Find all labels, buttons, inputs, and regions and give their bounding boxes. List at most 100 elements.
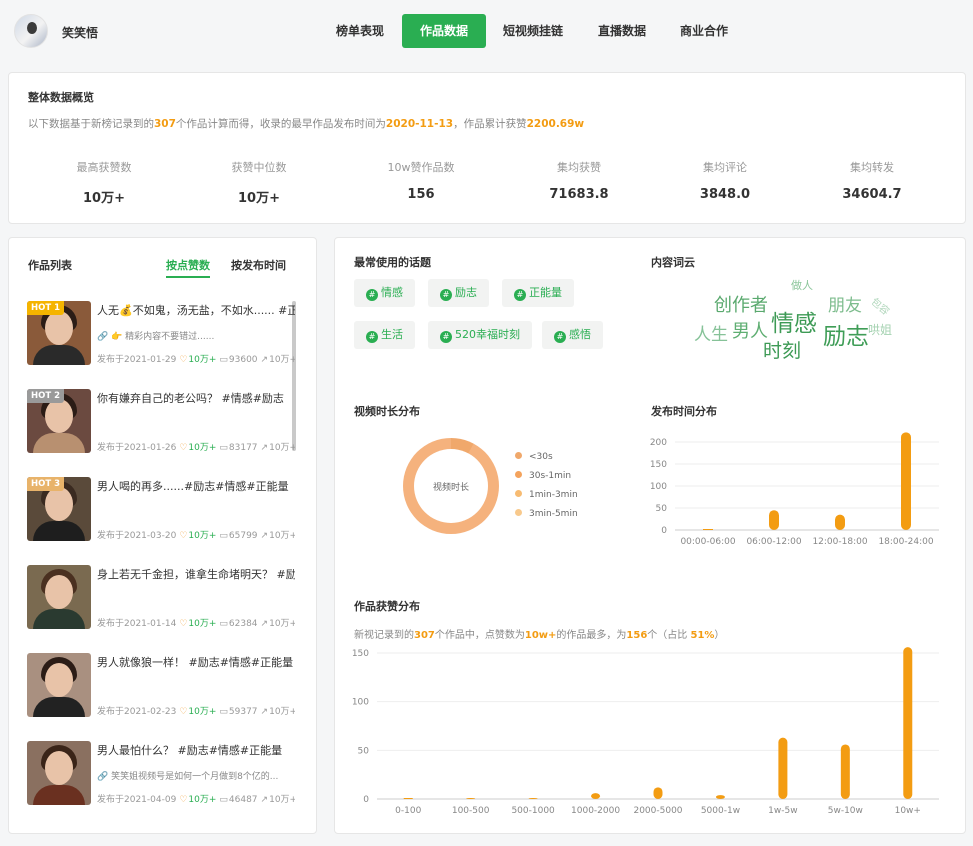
bar	[778, 737, 788, 799]
y-tick-label: 100	[650, 482, 667, 492]
work-thumbnail[interactable]	[27, 741, 91, 805]
topic-tag[interactable]: # 情感	[354, 279, 415, 307]
work-title[interactable]: 你有嫌弃自己的老公吗？ #情感#励志	[97, 390, 295, 406]
comment-icon: ▭	[219, 443, 228, 453]
overview-desc: 以下数据基于新榜记录到的307个作品计算而得，收录的最早作品发布时间为2020-…	[28, 118, 585, 130]
work-item[interactable]: 男人最怕什么？ #励志#情感#正能量 🔗 笑笑姐视频号是如何一个月做到8个亿的.…	[27, 741, 295, 807]
donut-center-label: 视频时长	[432, 483, 469, 493]
work-meta: 发布于2021-01-29 ♡10万+ ▭93600 ↗10万+	[97, 355, 295, 365]
share-icon: ↗	[260, 443, 269, 453]
wordcloud-word: 做人	[791, 279, 813, 292]
topic-tag[interactable]: # 感悟	[542, 321, 603, 349]
comment-icon: ▭	[219, 795, 228, 805]
x-tick-label: 18:00-24:00	[878, 537, 933, 547]
work-item[interactable]: HOT 3 男人喝的再多......#励志#情感#正能量 发布于2021-03-…	[27, 477, 295, 543]
work-link[interactable]: 🔗 👉 精彩内容不要错过......	[97, 329, 295, 342]
bar	[528, 798, 538, 799]
share-icon: ↗	[260, 531, 269, 541]
work-title[interactable]: 男人就像狼一样！ #励志#情感#正能量	[97, 654, 295, 670]
work-title[interactable]: 男人最怕什么？ #励志#情感#正能量	[97, 742, 295, 758]
y-tick-label: 100	[352, 698, 369, 708]
wordcloud-word: 励志	[823, 324, 869, 350]
comment-icon: ▭	[219, 619, 228, 629]
work-item[interactable]: HOT 1 人无💰不如鬼，汤无盐，不如水...... #正能量 🔗 👉 精彩内容…	[27, 301, 295, 367]
bar	[591, 793, 601, 799]
wordcloud-word: 时刻	[763, 340, 802, 362]
sort-by-likes-tab[interactable]: 按点赞数	[166, 257, 210, 278]
x-tick-label: 100-500	[452, 806, 490, 816]
sort-by-time-tab[interactable]: 按发布时间	[231, 257, 286, 273]
work-meta: 发布于2021-01-26 ♡10万+ ▭83177 ↗10万+	[97, 443, 295, 453]
work-thumbnail[interactable]: HOT 3	[27, 477, 91, 541]
work-item[interactable]: HOT 2 你有嫌弃自己的老公吗？ #情感#励志 发布于2021-01-26 ♡1…	[27, 389, 295, 455]
hash-icon: #	[366, 331, 378, 343]
x-tick-label: 00:00-06:00	[680, 537, 735, 547]
link-icon: 🔗	[97, 772, 112, 782]
hot-badge: HOT 1	[27, 301, 65, 315]
hash-icon: #	[440, 289, 452, 301]
wordcloud-word: 人生	[694, 325, 728, 345]
bar	[903, 647, 913, 799]
bar	[769, 510, 779, 530]
work-item[interactable]: 男人就像狼一样！ #励志#情感#正能量 发布于2021-02-23 ♡10万+ ▭5…	[27, 653, 295, 719]
bar	[840, 744, 850, 799]
wordcloud-word: 情感	[771, 311, 817, 337]
topic-tag[interactable]: # 正能量	[502, 279, 574, 307]
hash-icon: #	[554, 331, 566, 343]
bar	[901, 432, 911, 530]
x-tick-label: 12:00-18:00	[812, 537, 867, 547]
work-thumbnail[interactable]	[27, 653, 91, 717]
legend-item: 30s-1min	[515, 471, 571, 481]
wordcloud-word: 哄姐	[868, 323, 893, 337]
duration-title: 视频时长分布	[354, 405, 420, 418]
stat-avg-shares: 集均转发 34604.7	[842, 161, 902, 202]
works-list-card: 作品列表 按点赞数 按发布时间 HOT 1 人无💰不如鬼，汤无盐，不如水....…	[8, 237, 317, 834]
analytics-card: 最常使用的话题 # 情感 # 励志 # 正能量 # 生活 #520幸福时刻 # 感悟 内容…	[334, 237, 966, 834]
work-title[interactable]: 身上若无千金担，谁拿生命堵明天？ #励志	[97, 566, 295, 582]
legend-item: 1min-3min	[515, 490, 578, 500]
bar	[466, 798, 476, 799]
comment-icon: ▭	[219, 531, 228, 541]
comment-icon: ▭	[219, 355, 228, 365]
tab-business[interactable]: 商业合作	[670, 14, 738, 48]
work-title[interactable]: 男人喝的再多......#励志#情感#正能量	[97, 478, 295, 494]
topic-tag[interactable]: #520幸福时刻	[428, 321, 532, 349]
legend-dot	[515, 490, 522, 497]
overview-card: 整体数据概览 以下数据基于新榜记录到的307个作品计算而得，收录的最早作品发布时…	[8, 72, 966, 224]
work-link[interactable]: 🔗 笑笑姐视频号是如何一个月做到8个亿的...	[97, 769, 295, 782]
tab-short-video-link[interactable]: 短视频挂链	[494, 14, 572, 48]
tab-works-data[interactable]: 作品数据	[402, 14, 486, 48]
work-meta: 发布于2021-04-09 ♡10万+ ▭46487 ↗10万+	[97, 795, 295, 805]
topic-tag[interactable]: # 励志	[428, 279, 489, 307]
heart-icon: ♡	[179, 443, 188, 453]
link-icon: 🔗	[97, 332, 112, 342]
x-tick-label: 5w-10w	[828, 806, 863, 816]
heart-icon: ♡	[179, 355, 188, 365]
x-tick-label: 1w-5w	[768, 806, 797, 816]
work-thumbnail[interactable]: HOT 1	[27, 301, 91, 365]
work-thumbnail[interactable]: HOT 2	[27, 389, 91, 453]
tab-live-data[interactable]: 直播数据	[588, 14, 656, 48]
work-thumbnail[interactable]	[27, 565, 91, 629]
tab-ranking[interactable]: 榜单表现	[326, 14, 394, 48]
avatar[interactable]	[14, 14, 48, 48]
topic-tag[interactable]: # 生活	[354, 321, 415, 349]
likes-dist-chart: 150 100 50 0 0-100 100-500 500-1000 1000-2000 20…	[352, 647, 939, 816]
hash-icon: #	[514, 289, 526, 301]
bar	[653, 787, 663, 799]
x-tick-label: 10w+	[895, 806, 921, 816]
share-icon: ↗	[260, 355, 269, 365]
share-icon: ↗	[260, 707, 269, 717]
work-title[interactable]: 人无💰不如鬼，汤无盐，不如水...... #正能量	[97, 302, 295, 318]
legend-dot	[515, 509, 522, 516]
stat-avg-comments: 集均评论 3848.0	[699, 161, 751, 202]
work-meta: 发布于2021-01-14 ♡10万+ ▭62384 ↗10万+	[97, 619, 295, 629]
work-item[interactable]: 身上若无千金担，谁拿生命堵明天？ #励志 发布于2021-01-14 ♡10万+ ▭…	[27, 565, 295, 631]
publish-time-chart: 200 150 100 50 0 00:00-06:00 06:00-12:00 12:00-…	[650, 432, 939, 547]
likes-dist-title: 作品获赞分布	[354, 600, 420, 613]
x-tick-label: 2000-5000	[633, 806, 682, 816]
username[interactable]: 笑笑悟	[62, 24, 98, 41]
legend-item: <30s	[515, 452, 553, 462]
x-tick-label: 5000-1w	[701, 806, 740, 816]
y-tick-label: 150	[352, 649, 369, 659]
